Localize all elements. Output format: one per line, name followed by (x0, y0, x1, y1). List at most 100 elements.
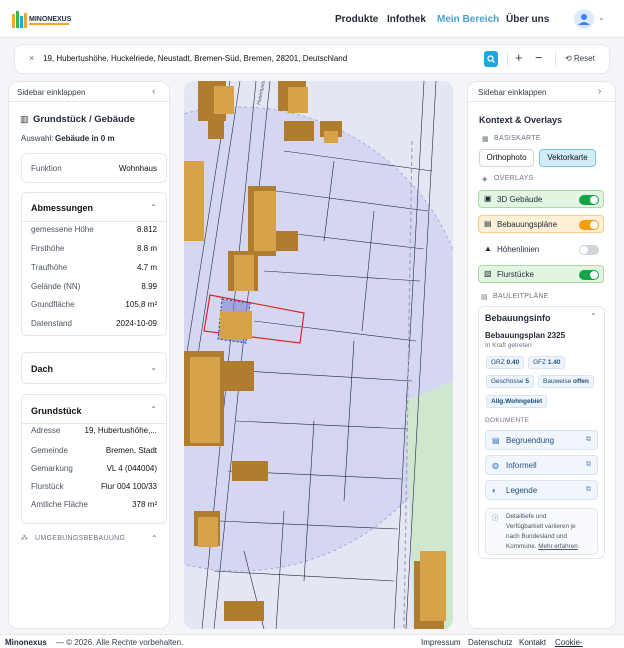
reset-button[interactable]: ⟲ Reset (565, 54, 595, 63)
info-note: ⓘ Detailtiefe und Verfügbarkeit variiere… (485, 508, 598, 555)
row-key: Amtliche Fläche (31, 500, 88, 509)
doc-legende[interactable]: ◐ Legende ⧉ (485, 480, 598, 500)
row-key: Adresse (31, 426, 61, 435)
zoom-out-button[interactable]: − (535, 50, 543, 65)
row-key: Gemeinde (31, 446, 68, 455)
toggle[interactable] (579, 270, 599, 280)
grundstueck-title[interactable]: Grundstück (31, 406, 82, 416)
row-key: Datenstand (31, 319, 72, 328)
toggle[interactable] (579, 245, 599, 255)
divider (9, 101, 169, 102)
row-value: 2024-10-09 (116, 319, 157, 328)
divider (468, 101, 615, 102)
zoom-in-button[interactable]: + (515, 50, 523, 65)
clear-icon[interactable]: × (29, 53, 34, 63)
selection-value: Gebäude in 0 m (55, 134, 115, 143)
nutzung-chip: Allg.Wohngebiet (486, 395, 548, 408)
chip-value: 1.40 (547, 359, 561, 366)
logo[interactable]: MINONEXUS (12, 8, 74, 30)
table-row: Gemarkung VL 4 (044004) (31, 464, 157, 474)
search-bar: × 19, Hubertushöhe, Huckelriede, Neustad… (14, 44, 610, 74)
table-row: Gelände (NN) 8.99 (31, 282, 157, 292)
palette-icon: ◐ (492, 486, 497, 495)
chevron-down-icon[interactable]: ⌄ (598, 13, 605, 22)
overlay-label: Bebauungspläne (497, 220, 558, 229)
overlay-label: 3D Gebäude (497, 195, 543, 204)
divider (507, 51, 508, 67)
row-key: gemessene Höhe (31, 225, 94, 234)
overlay-hoehenlinien[interactable]: ▲ Höhenlinien (478, 240, 604, 258)
plan-name: Bebauungsplan 2325 (485, 331, 566, 340)
collapse-sidebar-label[interactable]: Sidebar einklappen (478, 88, 547, 97)
chevron-up-icon[interactable]: ⌃ (590, 312, 597, 321)
chip-key: Bauweise (543, 378, 572, 385)
chip-key: GRZ (491, 359, 505, 366)
note-line: Verfügbarkeit variieren je (506, 523, 576, 530)
search-input[interactable]: 19, Hubertushöhe, Huckelriede, Neustadt,… (43, 54, 347, 63)
geschosse-chip: Geschosse 5 (486, 375, 534, 388)
chevron-down-icon[interactable]: ⌄ (150, 363, 157, 372)
chip-value: 5 (525, 378, 529, 385)
overlay-3d-gebaeude[interactable]: ▣ 3D Gebäude (478, 190, 604, 208)
abmessungen-title[interactable]: Abmessungen (31, 203, 93, 213)
nav-infothek[interactable]: Infothek (387, 14, 426, 25)
toggle[interactable] (579, 195, 599, 205)
collapse-sidebar-label[interactable]: Sidebar einklappen (17, 88, 86, 97)
chevron-right-icon[interactable]: › (598, 86, 601, 97)
nav-mein-bereich[interactable]: Mein Bereich (437, 14, 499, 25)
note-line: Kommune. (506, 543, 537, 550)
doc-begruendung[interactable]: ▤ Begruendung ⧉ (485, 430, 598, 450)
dokumente-section: DOKUMENTE (485, 417, 530, 424)
toggle[interactable] (579, 220, 599, 230)
row-value: 378 m² (132, 500, 157, 509)
overlay-bebauungsplaene[interactable]: ▤ Bebauungspläne (478, 215, 604, 233)
map-svg[interactable]: Hubertushöhe (184, 81, 453, 629)
umgebung-section[interactable]: UMGEBUNGSBEBAUUNG (35, 535, 125, 542)
document-icon: ▤ (481, 294, 488, 301)
more-link[interactable]: Mehr erfahren (538, 543, 578, 550)
avatar[interactable] (574, 9, 594, 29)
footer-link-cookies[interactable]: Cookie-Einstellungen (555, 638, 624, 648)
bebauungsinfo-title[interactable]: Bebauungsinfo (485, 313, 551, 323)
dach-title[interactable]: Dach (31, 364, 53, 374)
footer-link-kontakt[interactable]: Kontakt (519, 638, 546, 647)
table-row: Grundfläche 105,8 m² (31, 300, 157, 310)
doc-label: Legende (506, 486, 538, 495)
panel-title: Kontext & Overlays (479, 115, 563, 125)
gfz-chip: GFZ 1.40 (528, 356, 566, 369)
chevron-up-icon[interactable]: ⌃ (151, 534, 158, 543)
chevron-up-icon[interactable]: ⌃ (150, 405, 157, 414)
svg-text:MINONEXUS: MINONEXUS (29, 16, 72, 23)
overlay-flurstuecke[interactable]: ▧ Flurstücke (478, 265, 604, 283)
nav-ueber-uns[interactable]: Über uns (506, 14, 549, 25)
table-row: Gemeinde Bremen, Stadt (31, 446, 157, 456)
external-link-icon: ⧉ (586, 486, 591, 493)
table-row: Datenstand 2024-10-09 (31, 319, 157, 329)
nav-produkte[interactable]: Produkte (335, 14, 378, 25)
map-canvas[interactable]: Hubertushöhe (184, 81, 453, 629)
bauleitplaene-section: BAULEITPLÄNE (493, 293, 549, 300)
orthophoto-button[interactable]: Orthophoto (479, 149, 534, 167)
note-line: nach Bundesland und (506, 533, 567, 540)
footer: Minonexus — © 2026. Alle Rechte vorbehal… (0, 634, 624, 648)
selection-label: Auswahl: (21, 134, 54, 143)
chevron-up-icon[interactable]: ⌃ (150, 203, 157, 212)
table-row: Amtliche Fläche 378 m² (31, 500, 157, 510)
external-link-icon: ⧉ (586, 461, 591, 468)
row-value: Flur 004 100/33 (100, 482, 157, 491)
footer-link-impressum[interactable]: Impressum (421, 638, 461, 647)
chip-value: 0.40 (506, 359, 520, 366)
vektorkarte-button[interactable]: Vektorkarte (539, 149, 596, 167)
external-link-icon: ⧉ (586, 436, 591, 443)
panel-title: Grundstück / Gebäude (33, 114, 135, 125)
footer-link-datenschutz[interactable]: Datenschutz (468, 638, 512, 647)
doc-informell[interactable]: ◍ Informell ⧉ (485, 455, 598, 475)
chevron-left-icon[interactable]: ‹ (152, 86, 155, 97)
document-icon: ▤ (492, 436, 500, 445)
dach-card[interactable]: Dach ⌄ (21, 352, 167, 384)
row-key: Firsthöhe (31, 244, 65, 253)
search-button[interactable] (484, 51, 498, 67)
abmessungen-card: Abmessungen ⌃ gemessene Höhe 8.812 Firsth… (21, 192, 167, 336)
row-value: 19, Hubertushöhe,... (84, 426, 158, 435)
row-value: 4.7 m (136, 263, 157, 272)
